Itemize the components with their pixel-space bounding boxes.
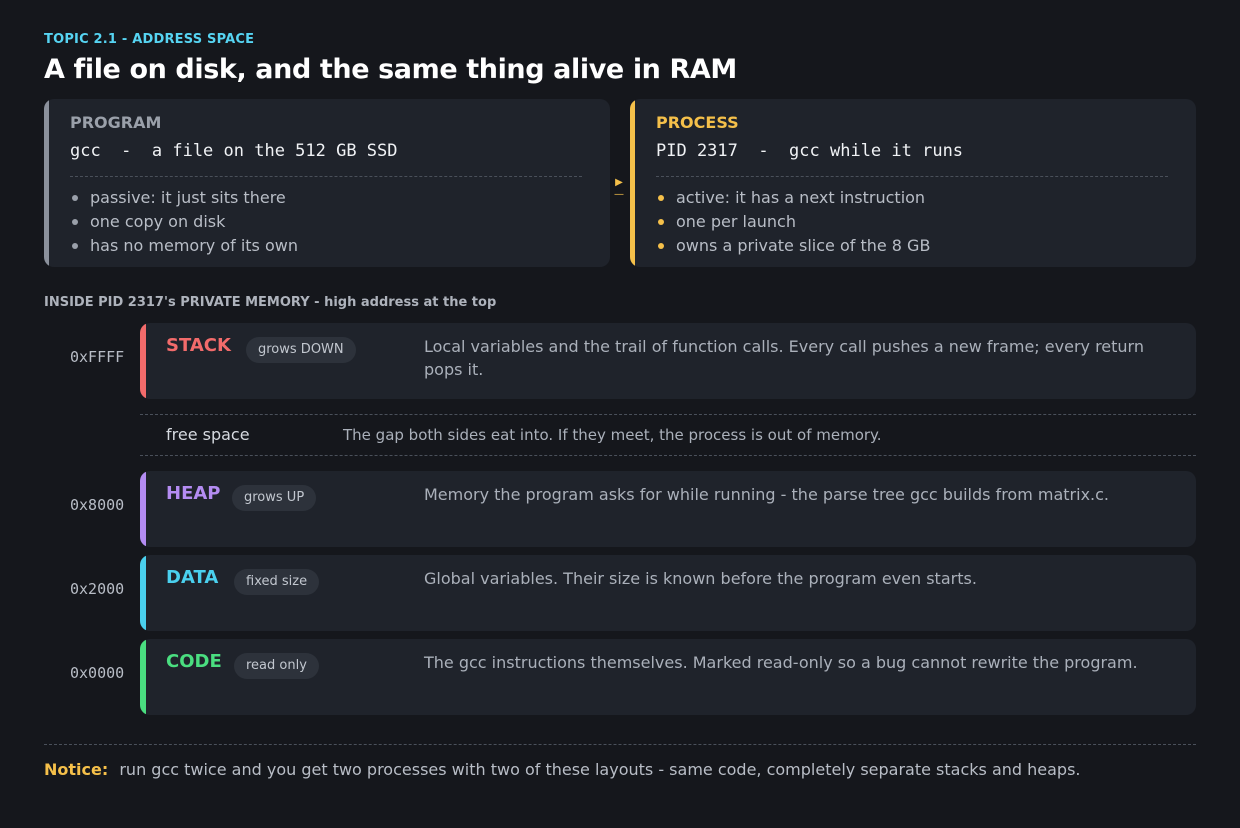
process-card: PROCESS PID 2317 - gcc while it runs act… [630, 99, 1196, 267]
list-item: passive: it just sits there [70, 186, 584, 210]
segment-badge: grows UP [232, 485, 317, 511]
address-stack: 0xFFFF [70, 348, 125, 366]
segment-name: HEAP [166, 483, 221, 504]
list-item: owns a private slice of the 8 GB [656, 234, 1170, 258]
segment-code: CODE read only The gcc instructions them… [140, 639, 1196, 715]
segment-data: DATA fixed size Global variables. Their … [140, 555, 1196, 631]
list-item: one copy on disk [70, 210, 584, 234]
memory-section-label: INSIDE PID 2317's PRIVATE MEMORY - high … [44, 295, 497, 310]
process-bullets: active: it has a next instruction one pe… [656, 186, 1170, 258]
segment-badge: fixed size [234, 569, 320, 595]
divider [44, 744, 1196, 745]
process-title: PROCESS [656, 113, 739, 132]
free-space: free space The gap both sides eat into. … [140, 414, 1196, 456]
segment-stack: STACK grows DOWN Local variables and the… [140, 323, 1196, 399]
notice-label: Notice: [44, 760, 109, 779]
notice: Notice: run gcc twice and you get two pr… [44, 760, 1081, 779]
segment-description: Memory the program asks for while runnin… [424, 485, 1109, 504]
divider [70, 176, 582, 177]
segment-description: Local variables and the trail of functio… [424, 337, 1144, 379]
free-space-label: free space [166, 425, 250, 444]
list-item: active: it has a next instruction [656, 186, 1170, 210]
program-title: PROGRAM [70, 113, 162, 132]
program-subtitle: gcc - a file on the 512 GB SSD [70, 141, 398, 161]
segment-description: Global variables. Their size is known be… [424, 569, 977, 588]
program-bullets: passive: it just sits there one copy on … [70, 186, 584, 258]
address-code: 0x0000 [70, 664, 125, 682]
arrow-right-icon: ▶— [614, 177, 624, 200]
segment-heap: HEAP grows UP Memory the program asks fo… [140, 471, 1196, 547]
notice-text: run gcc twice and you get two processes … [119, 760, 1081, 779]
segment-name: STACK [166, 335, 231, 356]
segment-badge: grows DOWN [246, 337, 356, 363]
free-space-description: The gap both sides eat into. If they mee… [343, 426, 882, 444]
address-heap: 0x8000 [70, 496, 125, 514]
segment-description: The gcc instructions themselves. Marked … [424, 653, 1138, 672]
segment-badge: read only [234, 653, 319, 679]
program-card: PROGRAM gcc - a file on the 512 GB SSD p… [44, 99, 610, 267]
segment-name: DATA [166, 567, 219, 588]
divider [656, 176, 1168, 177]
list-item: has no memory of its own [70, 234, 584, 258]
list-item: one per launch [656, 210, 1170, 234]
page-title: A file on disk, and the same thing alive… [44, 54, 737, 85]
topic-label: TOPIC 2.1 - ADDRESS SPACE [44, 32, 255, 47]
address-data: 0x2000 [70, 580, 125, 598]
process-subtitle: PID 2317 - gcc while it runs [656, 141, 964, 161]
segment-name: CODE [166, 651, 222, 672]
